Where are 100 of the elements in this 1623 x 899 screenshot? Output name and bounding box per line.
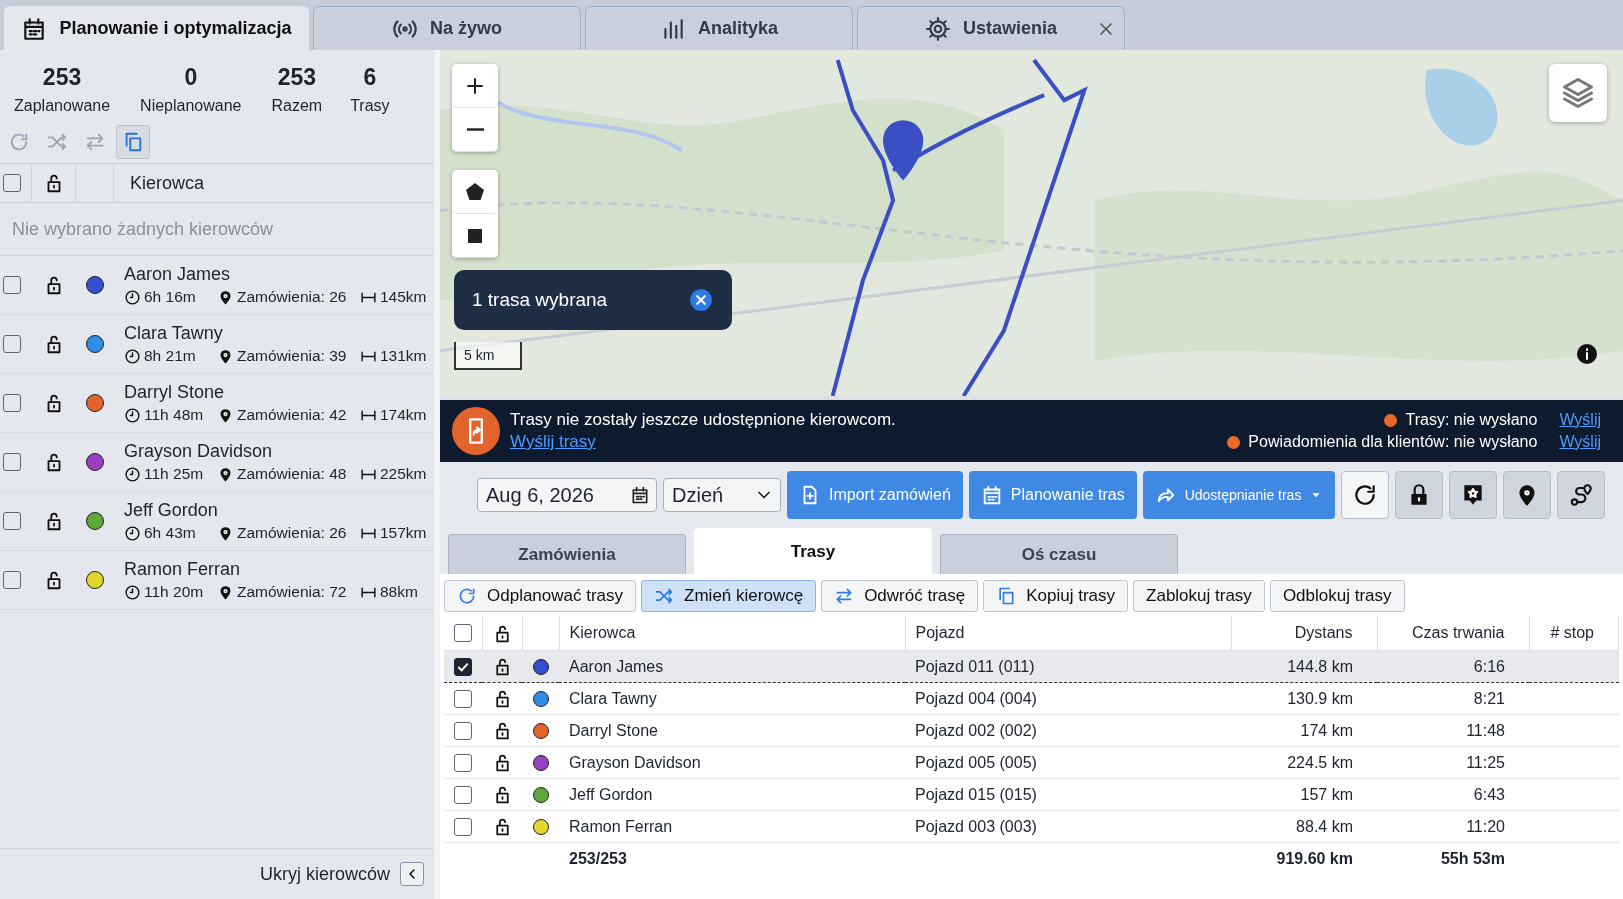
checkbox[interactable] (3, 276, 21, 294)
toolbar-button[interactable]: Planowanie tras (968, 471, 1137, 519)
table-cell: 11:48 (1466, 721, 1505, 739)
app-tab[interactable]: Planowanie i optymalizacja (4, 6, 309, 50)
stat-value: 0 (184, 64, 198, 91)
status-text: Powiadomienia dla klientów: nie wysłano (1248, 433, 1538, 451)
checkbox[interactable] (453, 624, 472, 643)
action-button[interactable]: Odwróć trasę (821, 580, 979, 612)
checkbox[interactable] (454, 721, 472, 740)
lock-button[interactable] (1395, 471, 1444, 519)
table-cell: 11:25 (1466, 753, 1505, 771)
total-cell: 55h 53m (1440, 849, 1505, 867)
checkbox[interactable] (3, 453, 21, 471)
toolbar-button[interactable]: Import zamówień (787, 471, 963, 519)
zoom-out-button[interactable] (452, 108, 498, 152)
stat-label: Nieplanowane (140, 97, 242, 115)
app-tab[interactable]: Na żywo (313, 6, 581, 50)
driver-name[interactable]: Darryl Stone (124, 382, 225, 403)
app-tab[interactable]: Analityka (585, 6, 853, 50)
table-cell: 88.4 km (1296, 817, 1353, 835)
minus-icon (466, 128, 484, 131)
clock-icon (124, 347, 141, 365)
order-count: Zamówienia: 26 (237, 288, 348, 306)
action-button[interactable]: Kopiuj trasy (983, 580, 1129, 612)
route-button[interactable] (1557, 471, 1606, 519)
empty-message: Nie wybrano żadnych kierowców (12, 218, 274, 240)
stat-label: Zaplanowane (14, 97, 111, 115)
star-message-button[interactable] (1449, 471, 1498, 519)
view-select[interactable]: Dzień (663, 478, 781, 512)
table-cell: Pojazd 004 (004) (915, 689, 1037, 707)
checkbox[interactable] (454, 689, 472, 708)
route-duration: 6h 43m (144, 524, 197, 542)
polygon-tool-button[interactable] (452, 170, 498, 214)
column-header[interactable]: Pojazd (915, 624, 965, 641)
toolbar-button[interactable]: Udostępnianie tras (1142, 471, 1336, 519)
checkbox[interactable] (3, 394, 21, 412)
clock-icon (124, 288, 141, 306)
checkbox[interactable] (3, 571, 21, 589)
total-cell: 253/253 (569, 849, 627, 867)
route-distance: 157km (380, 524, 427, 542)
collapse-button[interactable] (400, 862, 424, 886)
clock-icon (124, 583, 141, 601)
driver-name[interactable]: Aaron James (124, 264, 231, 285)
table-cell: Clara Tawny (569, 689, 657, 707)
driver-name[interactable]: Jeff Gordon (124, 500, 218, 521)
selected-row[interactable]: Aaron James Pojazd 011 (011) 144.8 km 6:16 (444, 650, 1619, 683)
send-link[interactable]: Wyślij (1559, 433, 1601, 451)
checkbox[interactable] (3, 512, 21, 530)
checkbox[interactable] (454, 817, 472, 836)
calendar-icon[interactable] (630, 485, 650, 505)
view-tab[interactable]: Zamówienia (448, 534, 686, 574)
location-pin-button[interactable] (1503, 471, 1552, 519)
driver-name[interactable]: Clara Tawny (124, 323, 223, 344)
send-routes-link[interactable]: Wyślij trasy (510, 432, 596, 452)
table-cell: Aaron James (569, 657, 664, 675)
action-button[interactable]: Zmień kierowcę (641, 580, 817, 612)
status-dot (1384, 413, 1398, 427)
checkbox[interactable] (3, 335, 21, 353)
view-tab[interactable]: Trasy (694, 528, 932, 574)
close-icon[interactable] (688, 287, 714, 313)
layers-button[interactable] (1549, 64, 1607, 122)
zoom-in-button[interactable] (452, 64, 498, 108)
shuffle-icon (654, 586, 675, 606)
table-cell: Darryl Stone (569, 721, 658, 739)
table-cell: 157 km (1300, 785, 1353, 803)
app-tab[interactable]: Ustawienia (857, 6, 1125, 50)
driver-name[interactable]: Ramon Ferran (124, 559, 241, 580)
view-tab[interactable]: Oś czasu (940, 534, 1178, 574)
column-header[interactable]: Dystans (1294, 624, 1353, 641)
total-cell: 919.60 km (1276, 849, 1353, 867)
rectangle-tool-button[interactable] (452, 214, 498, 258)
copy-button[interactable] (116, 125, 150, 159)
refresh-icon (8, 131, 30, 153)
column-header[interactable]: # stop (1550, 624, 1594, 641)
date-field[interactable]: Aug 6, 2026 (477, 478, 657, 512)
route-duration: 11h 20m (144, 583, 205, 601)
table-cell: Jeff Gordon (569, 785, 653, 803)
checkbox[interactable] (454, 785, 472, 804)
action-button[interactable]: Zablokuj trasy (1133, 580, 1265, 612)
driver-name[interactable]: Grayson Davidson (124, 441, 273, 462)
action-button[interactable]: Odblokuj trasy (1269, 580, 1405, 612)
notice-text: Trasy nie zostały jeszcze udostępnione kierowcom. (510, 410, 896, 430)
info-icon[interactable] (1575, 342, 1599, 366)
column-header[interactable]: Czas trwania (1412, 624, 1505, 641)
hide-drivers-label[interactable]: Ukryj kierowców (259, 863, 390, 885)
stat-value: 253 (277, 64, 316, 91)
checkbox[interactable] (454, 753, 472, 772)
action-button[interactable]: Odplanować trasy (444, 580, 637, 612)
stat-label: Razem (271, 97, 323, 115)
route-distance: 225km (380, 465, 427, 483)
table-cell: Pojazd 015 (015) (915, 785, 1037, 803)
send-link[interactable]: Wyślij (1559, 411, 1601, 429)
column-header[interactable]: Kierowca (569, 624, 636, 641)
settings-icon (924, 15, 951, 42)
order-count: Zamówienia: 39 (237, 347, 348, 365)
checkbox[interactable] (3, 174, 21, 192)
selection-label: 1 trasa wybrana (472, 289, 608, 311)
refresh-button[interactable] (1341, 471, 1390, 519)
table-cell: Pojazd 003 (003) (915, 817, 1037, 835)
checkbox[interactable] (454, 657, 472, 676)
